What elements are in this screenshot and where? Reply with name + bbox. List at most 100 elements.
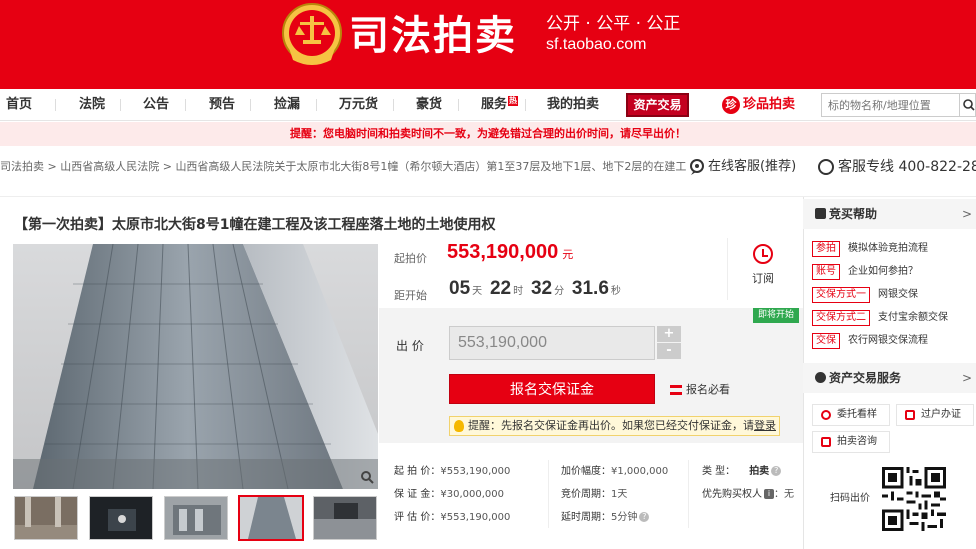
help-item[interactable]: 账号 企业如何参拍？ [812,264,918,280]
transfer-certificate-button[interactable]: 过户办证 [896,404,974,426]
help-question-icon[interactable]: ? [639,512,650,522]
nav-item-my-auction[interactable]: 我的拍卖 [547,96,599,114]
countdown-label: 距开始 [394,289,427,302]
entrust-viewing-button[interactable]: 委托看样 [812,404,890,426]
online-service-link[interactable]: 在线客服(推荐) [686,155,797,179]
countdown: 05 天 22 时 32 分 31.6 秒 [449,278,625,300]
detail-key: 评 估 价： [394,512,441,523]
detail-key: 起 拍 价： [394,466,441,477]
info-icon[interactable]: i [764,489,774,499]
help-section-header[interactable]: 竞买帮助 > [803,199,976,229]
detail-key: 优先购买权人 [702,489,762,500]
detail-type: 类 型： 拍卖? [702,465,782,479]
detail-bid-period: 竞价周期：1天 [561,488,627,502]
court-emblem-icon [282,3,342,65]
register-deposit-button[interactable]: 报名交保证金 [449,374,655,404]
countdown-unit: 分 [554,286,565,297]
nav-service-label: 服务 [481,97,508,112]
countdown-minutes: 32 [530,278,553,299]
help-section-title: 竞买帮助 [829,207,878,221]
detail-key: 延时周期： [561,512,611,523]
house-icon [905,410,915,420]
nav-item-treasure-auction[interactable]: 珍珍品拍卖 [722,94,795,116]
detail-value: 5分钟 [611,512,638,523]
start-price-label: 起拍价 [394,252,427,265]
thumbnail[interactable] [14,496,78,540]
thumbnail-active[interactable] [238,495,304,541]
search-input[interactable] [822,94,958,116]
lightbulb-icon [454,420,464,432]
time-warning-notice: 提醒：您电脑时间和拍卖时间不一致，为避免错过合理的出价时间，请尽早出价！ [0,122,976,146]
nav-item-announcement[interactable]: 公告 [143,96,169,114]
nav-item-service[interactable]: 服务热 [481,96,519,114]
bid-increase-button[interactable]: + [657,326,681,342]
subscribe-button[interactable]: 订阅 [748,244,778,286]
auction-consult-button[interactable]: 拍卖咨询 [812,431,890,453]
nav-item-court[interactable]: 法院 [79,96,105,114]
login-tip: 提醒：先报名交保证金再出价。如果您已经交付保证金，请登录 [449,416,780,436]
thumbnail[interactable] [313,496,377,540]
nav-item-asset-trade[interactable]: 资产交易 [626,93,689,117]
help-item[interactable]: 交保方式二 支付宝余额交保 [812,310,948,326]
help-item[interactable]: 参拍 模拟体验竞拍流程 [812,241,928,257]
tip-text: 提醒：先报名交保证金再出价。如果您已经交付保证金，请 [468,419,754,432]
thumbnail[interactable] [164,496,228,540]
breadcrumb: 司法拍卖 > 山西省高级人民法院 > 山西省高级人民法院关于太原市北大街8号1幢… [0,158,785,176]
detail-deposit: 保 证 金：¥30,000,000 [394,488,504,502]
help-text: 网银交保 [878,289,918,300]
bid-amount-input[interactable]: 553,190,000 [449,326,655,360]
nav-item-bargain[interactable]: 捡漏 [274,96,300,114]
registration-guide-label: 报名必看 [686,383,730,396]
chevron-right-icon: > [961,371,972,385]
breadcrumb-item-court[interactable]: 山西省高级人民法院 [60,160,159,173]
item-title: 【第一次拍卖】太原市北大街8号1幢在建工程及该工程座落土地的土地使用权 [14,217,496,233]
alarm-clock-icon [753,244,773,264]
help-item[interactable]: 交保 农行网银交保流程 [812,333,928,349]
breadcrumb-item-sf[interactable]: 司法拍卖 [0,160,44,173]
help-text: 支付宝余额交保 [878,312,948,323]
detail-value: 1天 [611,489,628,500]
bid-label: 出 价 [396,339,424,353]
countdown-unit: 秒 [610,286,621,297]
nav-item-preview[interactable]: 预告 [209,96,235,114]
nav-item-10k[interactable]: 万元货 [339,96,378,114]
help-tag: 交保 [812,333,840,349]
chevron-right-icon: > [961,207,972,221]
detail-key: 保 证 金： [394,489,441,500]
countdown-unit: 天 [472,286,483,297]
subscribe-label: 订阅 [752,272,774,285]
thumbnail[interactable] [89,496,153,540]
hot-badge: 热 [508,96,519,106]
online-service-label: 在线客服(推荐) [708,159,797,174]
nav-item-home[interactable]: 首页 [6,96,32,114]
search-icon[interactable] [959,94,975,116]
detail-value: ¥1,000,000 [611,466,669,477]
main-nav: 首页 法院 公告 预告 捡漏 万元货 豪货 服务热 我的拍卖 资产交易 珍珍品拍… [0,89,976,121]
detail-value: 拍卖 [749,466,770,477]
coins-icon [670,385,682,395]
zoom-icon[interactable] [360,470,374,488]
gavel-icon [815,208,826,219]
registration-guide-link[interactable]: 报名必看 [670,381,730,397]
main-item-photo[interactable] [13,244,378,489]
brand-title: 司法拍卖 [349,13,517,59]
help-item[interactable]: 交保方式一 网银交保 [812,287,918,303]
detail-value: ¥30,000,000 [440,489,504,500]
detail-priority-buyer: 优先购买权人 i ：无 [702,488,794,502]
login-link[interactable]: 登录 [754,419,776,432]
detail-appraisal: 评 估 价：¥553,190,000 [394,511,510,525]
qr-code[interactable] [882,467,946,531]
countdown-hours: 22 [489,278,512,299]
countdown-seconds: 31.6 [571,278,609,299]
nav-item-luxury[interactable]: 豪货 [416,96,442,114]
help-question-icon[interactable]: ? [771,466,782,476]
detail-key: 类 型： [702,466,736,477]
help-text: 企业如何参拍？ [848,266,918,277]
service-label: 过户办证 [921,409,961,420]
help-tag: 参拍 [812,241,840,257]
help-tag: 交保方式二 [812,310,870,326]
help-text: 模拟体验竞拍流程 [848,243,928,254]
service-label: 委托看样 [837,409,877,420]
bid-decrease-button[interactable]: - [657,343,681,359]
asset-service-header[interactable]: 资产交易服务 > [803,363,976,393]
